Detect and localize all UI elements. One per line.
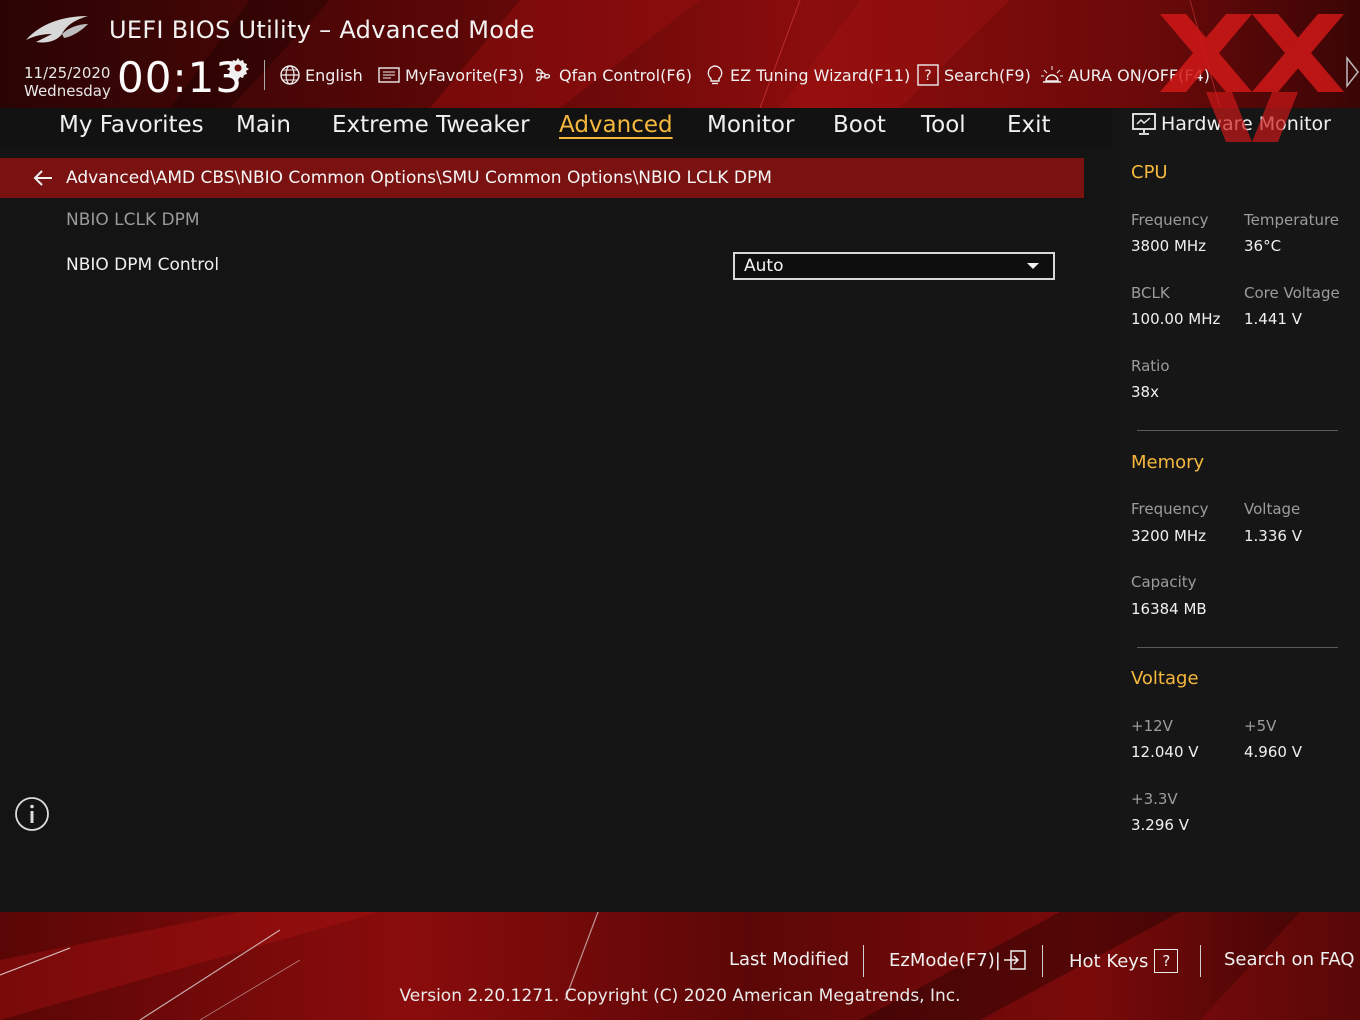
last-modified-label: Last Modified: [729, 949, 850, 970]
memory-frequency-label: Frequency: [1131, 500, 1209, 518]
tab-boot[interactable]: Boot: [833, 112, 886, 138]
footer-separator: [863, 945, 864, 977]
hot-keys-label: Hot Keys: [1069, 950, 1149, 972]
language-label: English: [305, 65, 363, 85]
language-button[interactable]: English: [279, 64, 363, 86]
voltage-5v-value: 4.960 V: [1244, 743, 1302, 761]
footer-separator: [1200, 945, 1201, 977]
cpu-temperature-value: 36°C: [1244, 237, 1282, 255]
aura-toggle-button[interactable]: AURA ON/OFF(F4): [1040, 64, 1210, 86]
aura-toggle-label: AURA ON/OFF(F4): [1068, 65, 1210, 85]
cpu-core-voltage-value: 1.441 V: [1244, 310, 1302, 328]
tab-extreme-tweaker[interactable]: Extreme Tweaker: [332, 112, 530, 138]
voltage-heading: Voltage: [1131, 668, 1199, 689]
cpu-core-voltage-label: Core Voltage: [1244, 284, 1340, 302]
myfavorite-button[interactable]: MyFavorite(F3): [377, 64, 524, 86]
hw-divider: [1137, 430, 1338, 431]
nbio-dpm-control-dropdown[interactable]: Auto: [733, 252, 1055, 280]
footer-bar: Last Modified EzMode(F7)| Hot Keys ? Sea…: [0, 912, 1360, 1020]
voltage-12v-value: 12.040 V: [1131, 743, 1199, 761]
help-info-panel: [0, 776, 1112, 912]
tab-monitor[interactable]: Monitor: [707, 112, 794, 138]
myfavorite-label: MyFavorite(F3): [405, 65, 525, 85]
memory-voltage-value: 1.336 V: [1244, 527, 1302, 545]
memory-capacity-value: 16384 MB: [1131, 600, 1207, 618]
search-label: Search(F9): [944, 65, 1031, 85]
globe-icon: [280, 65, 300, 85]
header-bar: UEFI BIOS Utility – Advanced Mode 11/25/…: [0, 0, 1360, 108]
exit-to-ezmode-icon: [1003, 950, 1026, 970]
cpu-heading: CPU: [1131, 162, 1168, 183]
memory-capacity-label: Capacity: [1131, 573, 1197, 591]
favorite-list-icon: [378, 67, 400, 83]
cpu-ratio-value: 38x: [1131, 383, 1159, 401]
scroll-right-arrow-icon[interactable]: [1344, 52, 1360, 92]
voltage-5v-label: +5V: [1244, 717, 1277, 735]
back-arrow-icon[interactable]: [32, 169, 54, 187]
hardware-monitor-title-text: Hardware Monitor: [1161, 113, 1331, 135]
cpu-bclk-value: 100.00 MHz: [1131, 310, 1221, 328]
qfan-control-button[interactable]: Qfan Control(F6): [531, 64, 692, 86]
weekday-value: Wednesday: [24, 82, 111, 100]
cpu-ratio-label: Ratio: [1131, 357, 1170, 375]
ezmode-label: EzMode(F7)|: [889, 949, 1001, 971]
header-separator: [264, 60, 265, 90]
tab-tool[interactable]: Tool: [921, 112, 966, 138]
gear-icon[interactable]: [226, 56, 250, 80]
memory-heading: Memory: [1131, 452, 1205, 473]
tab-exit[interactable]: Exit: [1007, 112, 1051, 138]
tab-advanced[interactable]: Advanced: [559, 112, 673, 138]
tab-main[interactable]: Main: [236, 112, 291, 138]
search-button[interactable]: ? Search(F9): [916, 64, 1031, 86]
chevron-down-icon: [1027, 263, 1039, 269]
cpu-temperature-label: Temperature: [1244, 211, 1340, 229]
search-faq-button[interactable]: Search on FAQ: [1224, 949, 1355, 970]
voltage-3v3-label: +3.3V: [1131, 790, 1178, 808]
main-tab-bar: My Favorites Main Extreme Tweaker Advanc…: [0, 108, 1112, 149]
breadcrumb-path: Advanced\AMD CBS\NBIO Common Options\SMU…: [66, 168, 772, 188]
aura-light-icon: [1041, 66, 1063, 83]
monitor-display-icon: [1132, 113, 1156, 135]
clock-display: 00:13: [117, 53, 244, 102]
tab-my-favorites[interactable]: My Favorites: [59, 112, 204, 138]
nbio-dpm-control-value: Auto: [744, 256, 784, 276]
hardware-monitor-panel: Hardware Monitor CPU Frequency Temperatu…: [1121, 108, 1360, 912]
date-display: 11/25/2020 Wednesday: [24, 64, 111, 100]
version-copyright: Version 2.20.1271. Copyright (C) 2020 Am…: [399, 986, 961, 1006]
last-modified-button[interactable]: Last Modified: [729, 949, 849, 970]
cpu-bclk-label: BCLK: [1131, 284, 1170, 302]
svg-text:?: ?: [924, 68, 931, 84]
voltage-12v-label: +12V: [1131, 717, 1173, 735]
cpu-frequency-value: 3800 MHz: [1131, 237, 1207, 255]
rog-logo-icon: [26, 16, 88, 43]
memory-frequency-value: 3200 MHz: [1131, 527, 1207, 545]
app-title: UEFI BIOS Utility – Advanced Mode: [109, 16, 535, 44]
section-label: NBIO LCLK DPM: [66, 210, 200, 230]
hot-keys-button[interactable]: Hot Keys ?: [1069, 949, 1179, 973]
hardware-monitor-title: Hardware Monitor: [1131, 112, 1331, 136]
ezmode-button[interactable]: EzMode(F7)|: [889, 949, 1027, 971]
fan-icon: [535, 68, 551, 82]
ez-tuning-wizard-label: EZ Tuning Wizard(F11): [730, 65, 911, 85]
cpu-frequency-label: Frequency: [1131, 211, 1209, 229]
nbio-dpm-control-label: NBIO DPM Control: [66, 255, 220, 275]
lightbulb-icon: [707, 65, 723, 85]
main-content-panel: Advanced\AMD CBS\NBIO Common Options\SMU…: [0, 148, 1112, 766]
ez-tuning-wizard-button[interactable]: EZ Tuning Wizard(F11): [704, 64, 910, 86]
memory-voltage-label: Voltage: [1244, 500, 1301, 518]
footer-separator: [1042, 945, 1043, 977]
hw-divider: [1137, 647, 1338, 648]
search-faq-label: Search on FAQ: [1224, 949, 1355, 970]
date-value: 11/25/2020: [24, 64, 111, 82]
info-icon: [15, 797, 49, 831]
qfan-control-label: Qfan Control(F6): [559, 65, 692, 85]
breadcrumb[interactable]: Advanced\AMD CBS\NBIO Common Options\SMU…: [0, 158, 1084, 198]
question-key-icon: ?: [1154, 949, 1179, 973]
voltage-3v3-value: 3.296 V: [1131, 816, 1189, 834]
question-box-icon: ?: [917, 64, 939, 86]
